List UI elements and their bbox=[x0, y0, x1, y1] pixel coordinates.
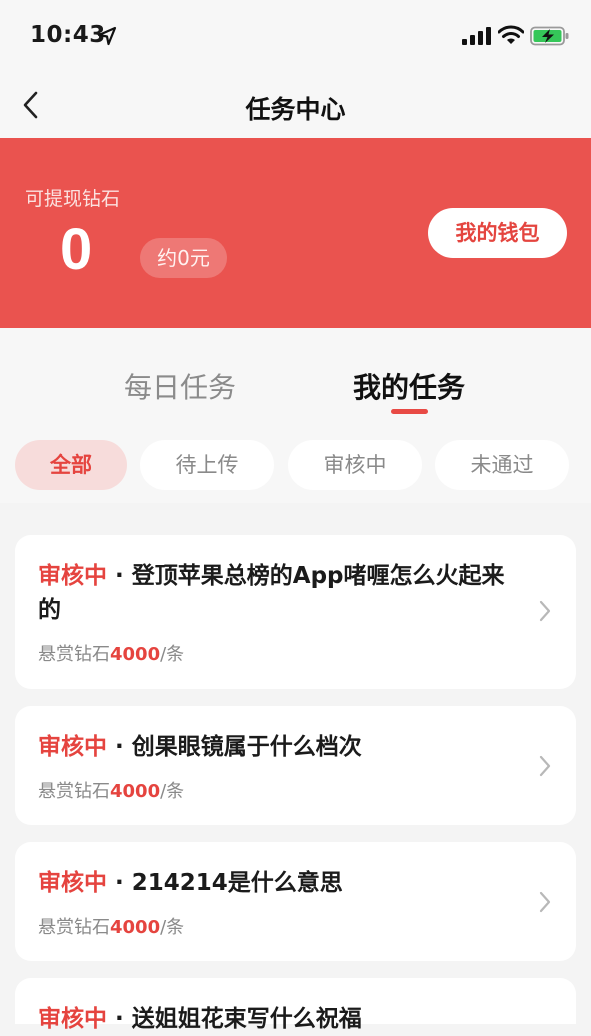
task-card[interactable]: 审核中 · 214214是什么意思 悬赏钻石4000/条 bbox=[15, 842, 576, 961]
filter-chip-rejected[interactable]: 未通过 bbox=[435, 440, 569, 490]
status-bar: 10:43 bbox=[0, 0, 591, 72]
reward-label: 悬赏钻石 bbox=[38, 781, 110, 802]
cellular-signal-icon bbox=[462, 27, 491, 45]
task-title-text: 创果眼镜属于什么档次 bbox=[131, 734, 362, 760]
my-wallet-button[interactable]: 我的钱包 bbox=[428, 208, 567, 258]
active-tab-indicator bbox=[391, 409, 428, 414]
filter-chip-all[interactable]: 全部 bbox=[15, 440, 127, 490]
reward-label: 悬赏钻石 bbox=[38, 917, 110, 938]
withdrawable-diamonds-label: 可提现钻石 bbox=[25, 188, 121, 210]
chevron-right-icon bbox=[539, 891, 551, 913]
reward-label: 悬赏钻石 bbox=[38, 644, 110, 665]
reward-value: 4000 bbox=[110, 917, 161, 938]
task-card[interactable]: 审核中 · 创果眼镜属于什么档次 悬赏钻石4000/条 bbox=[15, 706, 576, 825]
task-title-text: 送姐姐花束写什么祝福 bbox=[131, 1006, 362, 1032]
reward-unit: /条 bbox=[160, 781, 185, 802]
wallet-banner: 可提现钻石 0 约0元 我的钱包 bbox=[0, 138, 591, 328]
location-arrow-icon bbox=[97, 26, 117, 46]
filter-chip-pending-upload[interactable]: 待上传 bbox=[140, 440, 274, 490]
task-title: 审核中 · 创果眼镜属于什么档次 bbox=[38, 734, 362, 760]
task-card[interactable]: 审核中 · 送姐姐花束写什么祝福 bbox=[15, 978, 576, 1032]
task-status: 审核中 bbox=[38, 563, 107, 589]
chevron-right-icon bbox=[539, 600, 551, 622]
task-reward: 悬赏钻石4000/条 bbox=[38, 640, 184, 666]
reward-unit: /条 bbox=[160, 917, 185, 938]
chevron-right-icon bbox=[539, 755, 551, 777]
task-reward: 悬赏钻石4000/条 bbox=[38, 913, 184, 939]
rmb-equivalent-badge: 约0元 bbox=[140, 238, 227, 278]
reward-value: 4000 bbox=[110, 644, 161, 665]
task-title: 审核中 · 214214是什么意思 bbox=[38, 870, 343, 896]
reward-unit: /条 bbox=[160, 644, 185, 665]
task-status: 审核中 bbox=[38, 870, 107, 896]
tab-my-tasks[interactable]: 我的任务 bbox=[353, 366, 465, 406]
diamond-balance: 0 bbox=[60, 217, 93, 282]
task-card[interactable]: 审核中 · 登顶苹果总榜的App啫喱怎么火起来的 悬赏钻石4000/条 bbox=[15, 535, 576, 689]
task-title-text: 214214是什么意思 bbox=[131, 870, 343, 896]
task-title: 审核中 · 登顶苹果总榜的App啫喱怎么火起来的 bbox=[38, 563, 505, 623]
tab-daily-tasks[interactable]: 每日任务 bbox=[124, 366, 236, 406]
task-title: 审核中 · 送姐姐花束写什么祝福 bbox=[38, 1006, 362, 1032]
filter-chip-reviewing[interactable]: 审核中 bbox=[288, 440, 422, 490]
task-status: 审核中 bbox=[38, 734, 107, 760]
battery-charging-icon bbox=[530, 26, 569, 46]
reward-value: 4000 bbox=[110, 781, 161, 802]
page-title: 任务中心 bbox=[245, 95, 346, 124]
task-title-text: 登顶苹果总榜的App啫喱怎么火起来的 bbox=[38, 563, 505, 623]
status-time: 10:43 bbox=[30, 22, 106, 48]
navigation-bar: 任务中心 bbox=[0, 72, 591, 138]
wifi-icon bbox=[498, 25, 524, 44]
task-reward: 悬赏钻石4000/条 bbox=[38, 777, 184, 803]
task-status: 审核中 bbox=[38, 1006, 107, 1032]
task-tabs-area: 每日任务 我的任务 全部 待上传 审核中 未通过 bbox=[0, 328, 591, 503]
